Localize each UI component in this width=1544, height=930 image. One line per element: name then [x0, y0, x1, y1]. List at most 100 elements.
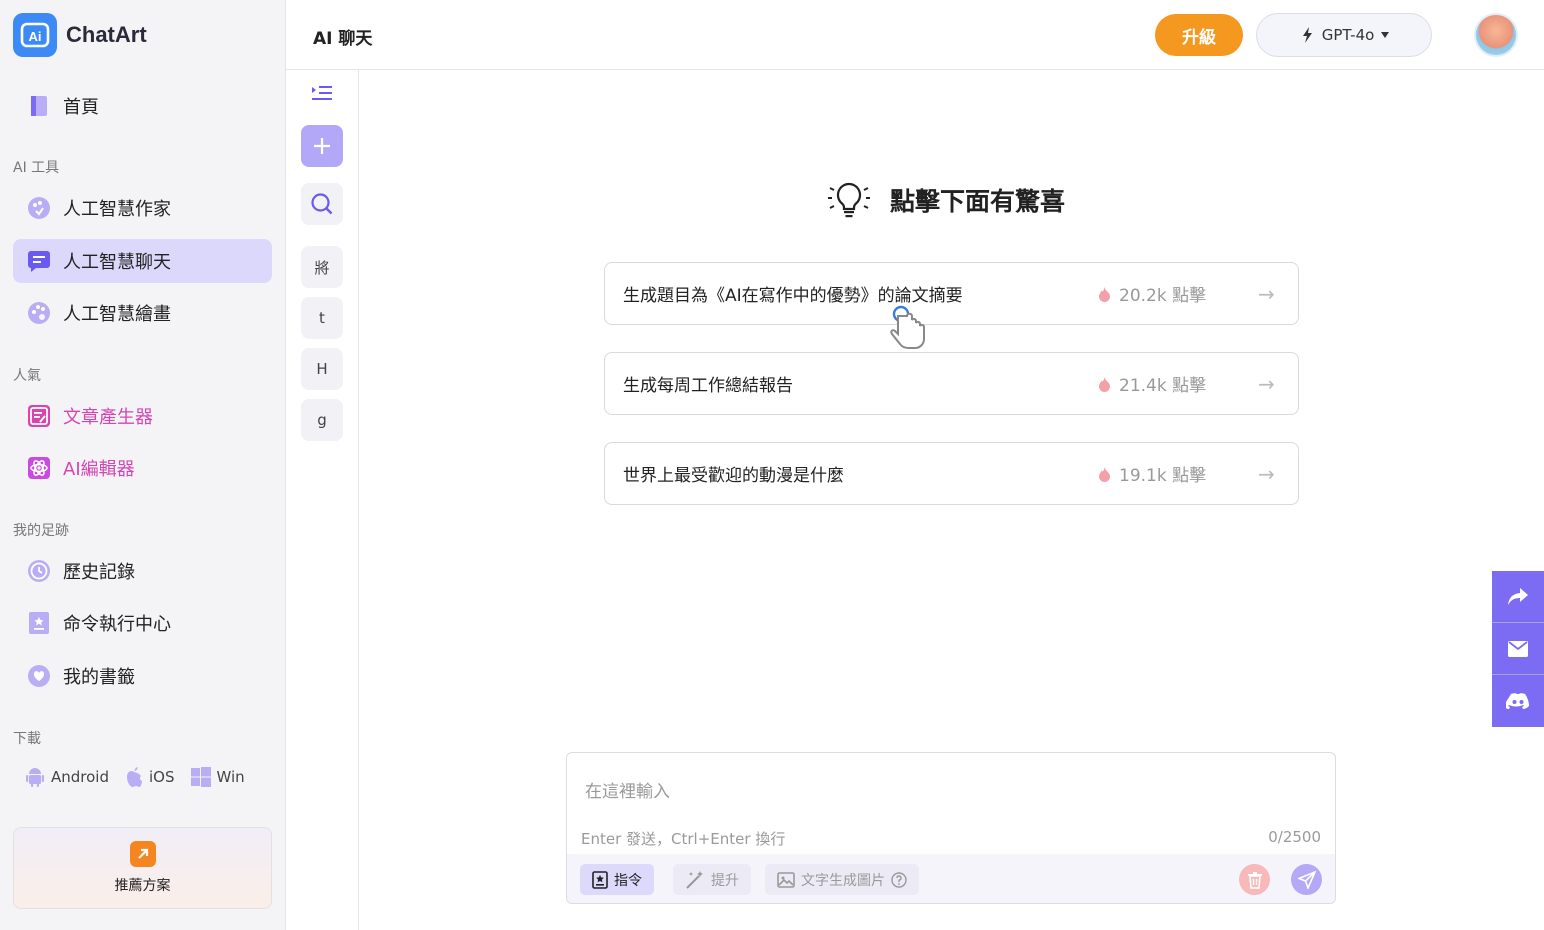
chat-history-item[interactable]: 將 [301, 246, 343, 288]
discord-icon [1506, 693, 1529, 709]
text-to-image-button[interactable]: 文字生成圖片 [765, 864, 919, 895]
sidebar-item-history[interactable]: 歷史記錄 [13, 549, 272, 593]
arrow-right-icon: → [1258, 461, 1275, 486]
suggestion-card[interactable]: 生成每周工作總結報告 21.4k 點擊 → [604, 352, 1299, 415]
sidebar: Ai ChatArt 首頁 AI 工具 人工智慧作家 人工智慧聊天 人工智慧繪畫… [0, 0, 286, 930]
clear-button[interactable] [1239, 864, 1270, 895]
lightbulb-icon [828, 182, 870, 218]
chat-history-item[interactable]: H [301, 348, 343, 390]
logo[interactable]: Ai ChatArt [13, 13, 147, 57]
logo-text: ChatArt [66, 22, 147, 47]
clock-icon [27, 559, 51, 583]
sidebar-item-article-generator[interactable]: 文章產生器 [13, 394, 272, 438]
chat-icon [27, 249, 51, 273]
suggestion-card[interactable]: 世界上最受歡迎的動漫是什麼 19.1k 點擊 → [604, 442, 1299, 505]
paint-icon [27, 301, 51, 325]
enhance-button[interactable]: 提升 [673, 864, 751, 895]
arrow-right-icon: → [1258, 281, 1275, 306]
click-count: 21.4k 點擊 [1119, 376, 1207, 396]
chat-history-item[interactable]: t [301, 297, 343, 339]
send-hint: Enter 發送，Ctrl+Enter 換行 [581, 830, 786, 848]
help-circle-icon[interactable] [891, 871, 907, 888]
command-icon [592, 870, 608, 889]
send-icon [1297, 870, 1316, 889]
suggestion-text: 世界上最受歡迎的動漫是什麼 [623, 466, 844, 486]
download-ios[interactable]: iOS [125, 766, 175, 788]
text-to-image-label: 文字生成圖片 [801, 872, 885, 889]
command-label: 指令 [614, 872, 642, 889]
share-icon [1508, 587, 1528, 605]
article-icon [27, 404, 51, 428]
download-android-label: Android [51, 768, 109, 786]
chat-history-item[interactable]: g [301, 399, 343, 441]
suggestion-card[interactable]: 生成題目為《AI在寫作中的優勢》的論文摘要 20.2k 點擊 → [604, 262, 1299, 325]
download-android[interactable]: Android [25, 766, 109, 788]
sidebar-item-label: AI編輯器 [63, 459, 135, 480]
caret-down-icon [1381, 32, 1390, 38]
click-count: 19.1k 點擊 [1119, 466, 1207, 486]
recommended-plan-label: 推薦方案 [114, 878, 171, 894]
atom-icon [27, 456, 51, 480]
share-button[interactable] [1492, 571, 1544, 623]
image-icon [777, 871, 795, 888]
floating-actions [1492, 571, 1544, 727]
sidebar-item-label: 人工智慧聊天 [63, 252, 171, 273]
suggestions-headline: 點擊下面有驚喜 [890, 187, 1066, 216]
suggestion-text: 生成每周工作總結報告 [623, 376, 793, 396]
chat-history-rail: 將 t H g [286, 70, 359, 930]
sidebar-item-bookmarks[interactable]: 我的書籤 [13, 654, 272, 698]
suggestion-text: 生成題目為《AI在寫作中的優勢》的論文摘要 [623, 286, 963, 306]
model-name: GPT-4o [1321, 26, 1375, 44]
arrow-right-icon: → [1258, 371, 1275, 396]
composer-toolbar: 指令 提升 文字生成圖片 [567, 854, 1335, 903]
logo-icon: Ai [13, 13, 57, 57]
sidebar-item-label: 我的書籤 [63, 667, 135, 688]
recommended-plan-card[interactable]: 推薦方案 [13, 827, 272, 909]
sidebar-item-command-center[interactable]: 命令執行中心 [13, 601, 272, 645]
trash-icon [1247, 871, 1262, 889]
page-title: AI 聊天 [313, 29, 373, 49]
new-chat-button[interactable] [301, 125, 343, 167]
flame-icon [1099, 286, 1110, 302]
book-icon [27, 94, 51, 118]
topbar: AI 聊天 升級 GPT-4o [286, 0, 1544, 70]
message-composer: 在這裡輸入 Enter 發送，Ctrl+Enter 換行 0/2500 指令 提… [566, 752, 1336, 904]
search-chats-button[interactable] [301, 183, 343, 225]
sparkle-icon [1302, 27, 1312, 43]
suggestion-clicks: 20.2k 點擊 [1098, 281, 1248, 306]
download-ios-label: iOS [149, 768, 175, 786]
upgrade-button[interactable]: 升級 [1155, 14, 1243, 56]
download-win-label: Win [216, 768, 245, 786]
section-popular: 人氣 [13, 368, 41, 384]
sidebar-item-ai-writer[interactable]: 人工智慧作家 [13, 186, 272, 230]
message-input[interactable]: 在這裡輸入 [585, 777, 670, 802]
plus-icon [314, 138, 330, 154]
sidebar-item-label: 人工智慧作家 [63, 199, 171, 220]
collapse-list-icon[interactable] [311, 84, 333, 108]
section-footprint: 我的足跡 [13, 523, 69, 539]
click-count: 20.2k 點擊 [1119, 286, 1207, 306]
svg-text:Ai: Ai [29, 29, 42, 44]
avatar[interactable] [1474, 13, 1518, 57]
sidebar-item-home[interactable]: 首頁 [13, 84, 272, 128]
send-button[interactable] [1291, 864, 1322, 895]
flame-icon [1099, 466, 1110, 482]
palette-icon [27, 196, 51, 220]
command-button[interactable]: 指令 [580, 864, 654, 895]
sidebar-item-ai-paint[interactable]: 人工智慧繪畫 [13, 291, 272, 335]
sidebar-item-label: 歷史記錄 [63, 562, 135, 583]
heart-icon [27, 664, 51, 688]
email-button[interactable] [1492, 623, 1544, 675]
magic-wand-icon [686, 870, 703, 889]
flame-icon [1099, 376, 1110, 392]
sidebar-item-ai-chat[interactable]: 人工智慧聊天 [13, 239, 272, 283]
sidebar-item-label: 文章產生器 [63, 407, 153, 428]
sidebar-item-label: 人工智慧繪畫 [63, 304, 171, 325]
sidebar-item-ai-editor[interactable]: AI編輯器 [13, 446, 272, 490]
char-count: 0/2500 [1268, 828, 1321, 846]
suggestion-clicks: 19.1k 點擊 [1098, 461, 1248, 486]
download-win[interactable]: Win [190, 767, 245, 787]
model-selector[interactable]: GPT-4o [1256, 13, 1432, 57]
command-icon [27, 611, 51, 635]
discord-button[interactable] [1492, 675, 1544, 727]
